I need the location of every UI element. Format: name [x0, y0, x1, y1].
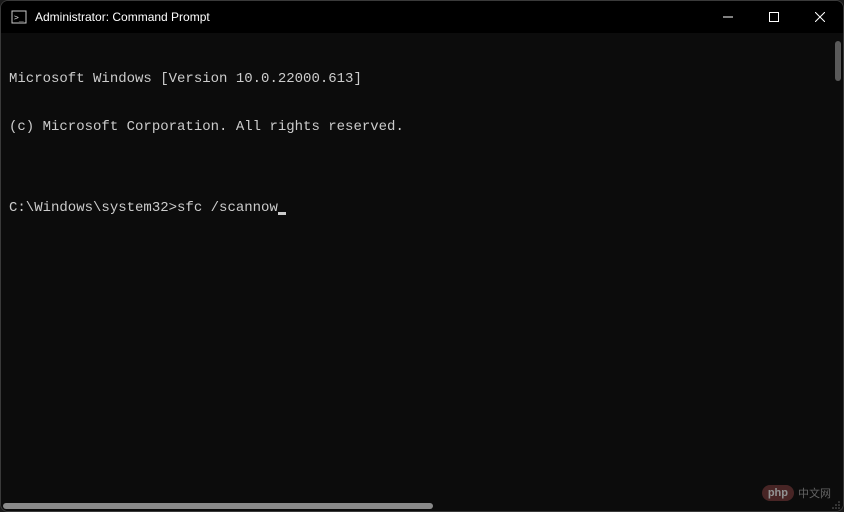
prompt-path: C:\Windows\system32>: [9, 200, 177, 216]
maximize-button[interactable]: [751, 1, 797, 33]
svg-text:>_: >_: [14, 13, 24, 22]
output-line: Microsoft Windows [Version 10.0.22000.61…: [9, 71, 835, 87]
text-cursor: [278, 212, 286, 215]
output-line: (c) Microsoft Corporation. All rights re…: [9, 119, 835, 135]
close-button[interactable]: [797, 1, 843, 33]
prompt-line: C:\Windows\system32>sfc /scannow: [9, 200, 835, 216]
horizontal-scrollbar[interactable]: [3, 503, 433, 509]
cmd-icon: >_: [11, 9, 27, 25]
command-prompt-window: >_ Administrator: Command Prompt Microso…: [0, 0, 844, 512]
resize-grip[interactable]: [829, 497, 841, 509]
window-controls: [705, 1, 843, 33]
titlebar[interactable]: >_ Administrator: Command Prompt: [1, 1, 843, 33]
typed-command: sfc /scannow: [177, 200, 278, 216]
terminal-output[interactable]: Microsoft Windows [Version 10.0.22000.61…: [1, 33, 843, 511]
vertical-scrollbar[interactable]: [835, 41, 841, 81]
window-title: Administrator: Command Prompt: [35, 10, 705, 24]
minimize-button[interactable]: [705, 1, 751, 33]
